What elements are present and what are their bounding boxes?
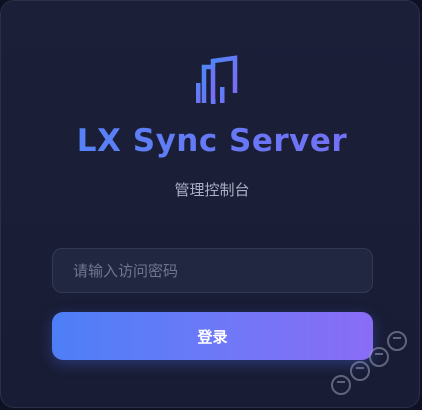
password-field[interactable] <box>52 248 373 293</box>
login-button[interactable]: 登录 <box>52 312 373 360</box>
watermark-logo-icon <box>331 331 407 395</box>
app-subtitle: 管理控制台 <box>174 181 250 199</box>
login-card: LX Sync Server 管理控制台 登录 <box>0 0 420 408</box>
lx-sync-logo-icon <box>196 55 238 104</box>
app-title: LX Sync Server <box>1 121 422 161</box>
